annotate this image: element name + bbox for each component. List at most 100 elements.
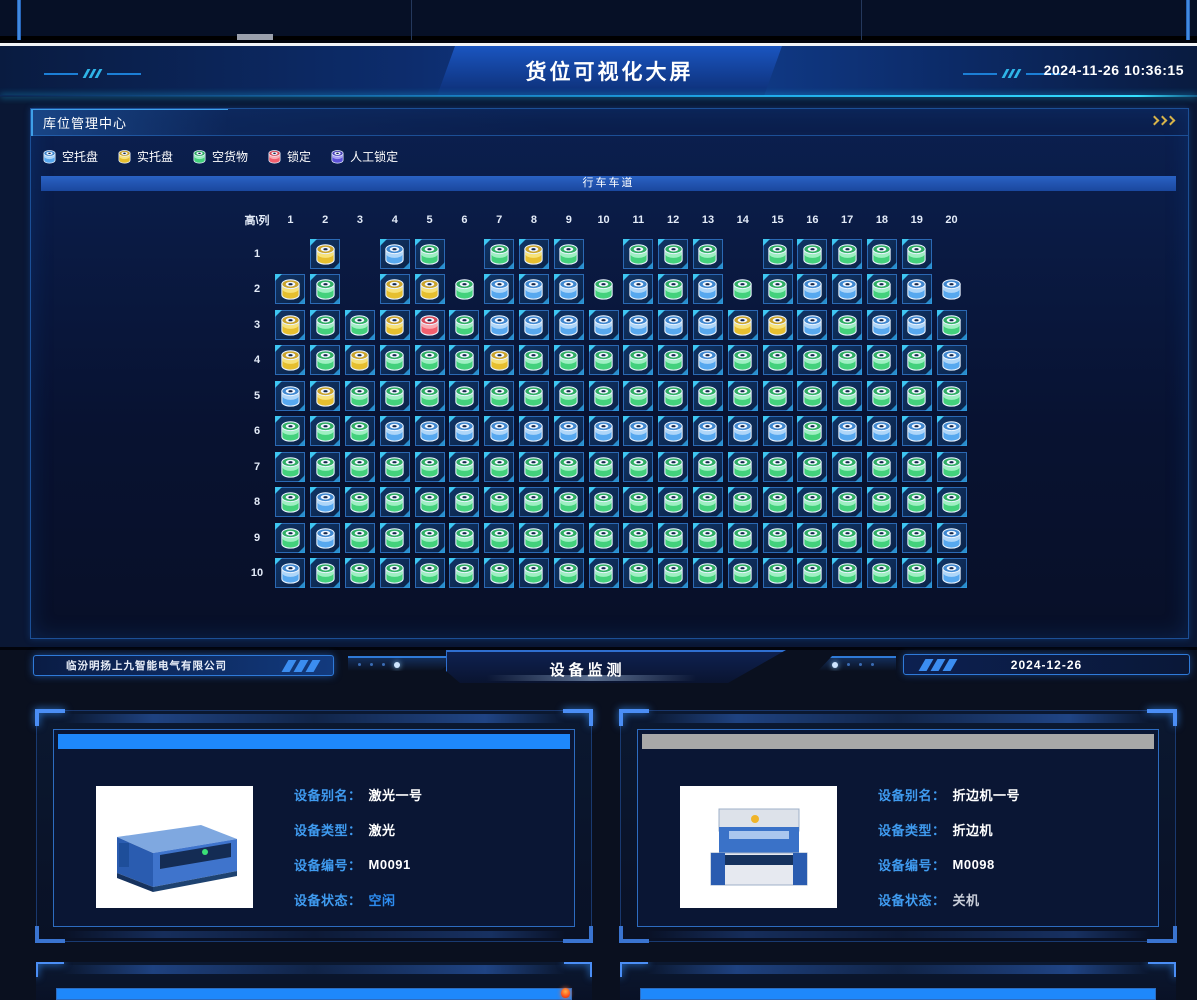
grid-cell[interactable] [586, 343, 621, 379]
grid-cell[interactable] [551, 272, 586, 308]
grid-cell[interactable] [934, 307, 969, 343]
scrollbar-thumb[interactable] [237, 34, 273, 40]
grid-cell[interactable] [551, 378, 586, 414]
grid-cell[interactable] [691, 449, 726, 485]
grid-cell[interactable] [412, 236, 447, 272]
grid-cell[interactable] [830, 236, 865, 272]
grid-cell[interactable] [691, 236, 726, 272]
grid-cell[interactable] [447, 556, 482, 592]
grid-cell[interactable] [586, 520, 621, 556]
grid-cell[interactable] [308, 520, 343, 556]
grid-cell[interactable] [656, 236, 691, 272]
grid-cell-empty[interactable] [343, 236, 378, 272]
grid-cell[interactable] [899, 236, 934, 272]
grid-cell[interactable] [691, 272, 726, 308]
grid-cell-empty[interactable] [586, 236, 621, 272]
grid-cell[interactable] [795, 414, 830, 450]
grid-cell[interactable] [447, 343, 482, 379]
grid-cell[interactable] [517, 520, 552, 556]
grid-cell[interactable] [656, 556, 691, 592]
grid-cell[interactable] [795, 307, 830, 343]
grid-cell[interactable] [899, 307, 934, 343]
grid-cell[interactable] [691, 378, 726, 414]
grid-cell[interactable] [865, 414, 900, 450]
grid-cell[interactable] [621, 520, 656, 556]
grid-cell[interactable] [656, 343, 691, 379]
grid-cell[interactable] [551, 414, 586, 450]
grid-cell[interactable] [760, 520, 795, 556]
grid-cell[interactable] [482, 520, 517, 556]
grid-cell[interactable] [343, 556, 378, 592]
grid-cell[interactable] [343, 485, 378, 521]
grid-cell[interactable] [551, 307, 586, 343]
grid-cell[interactable] [482, 272, 517, 308]
grid-cell[interactable] [899, 520, 934, 556]
grid-cell[interactable] [656, 520, 691, 556]
grid-cell[interactable] [273, 272, 308, 308]
grid-cell[interactable] [725, 343, 760, 379]
grid-cell[interactable] [656, 272, 691, 308]
grid-cell[interactable] [830, 343, 865, 379]
grid-cell[interactable] [934, 449, 969, 485]
grid-cell[interactable] [273, 378, 308, 414]
grid-cell[interactable] [412, 414, 447, 450]
grid-cell[interactable] [899, 414, 934, 450]
grid-cell[interactable] [551, 485, 586, 521]
grid-cell[interactable] [517, 343, 552, 379]
grid-cell[interactable] [760, 556, 795, 592]
grid-cell[interactable] [308, 343, 343, 379]
grid-cell[interactable] [273, 343, 308, 379]
grid-cell[interactable] [412, 449, 447, 485]
grid-cell[interactable] [899, 485, 934, 521]
grid-cell[interactable] [621, 343, 656, 379]
grid-cell[interactable] [725, 520, 760, 556]
grid-cell[interactable] [551, 449, 586, 485]
grid-cell-empty[interactable] [934, 236, 969, 272]
grid-cell[interactable] [308, 414, 343, 450]
grid-cell[interactable] [934, 343, 969, 379]
grid-cell[interactable] [865, 485, 900, 521]
grid-cell[interactable] [691, 556, 726, 592]
grid-cell[interactable] [760, 378, 795, 414]
grid-cell[interactable] [377, 307, 412, 343]
grid-cell[interactable] [412, 485, 447, 521]
grid-cell[interactable] [865, 378, 900, 414]
grid-cell[interactable] [412, 272, 447, 308]
grid-cell[interactable] [656, 485, 691, 521]
grid-cell[interactable] [586, 449, 621, 485]
grid-cell[interactable] [830, 485, 865, 521]
grid-cell[interactable] [586, 378, 621, 414]
grid-cell[interactable] [725, 556, 760, 592]
grid-cell[interactable] [586, 556, 621, 592]
grid-cell-empty[interactable] [343, 272, 378, 308]
grid-cell[interactable] [760, 307, 795, 343]
grid-cell[interactable] [621, 272, 656, 308]
grid-cell[interactable] [656, 307, 691, 343]
grid-cell[interactable] [447, 378, 482, 414]
grid-cell[interactable] [343, 414, 378, 450]
grid-cell[interactable] [377, 520, 412, 556]
grid-cell[interactable] [551, 556, 586, 592]
grid-cell[interactable] [517, 307, 552, 343]
grid-cell[interactable] [308, 556, 343, 592]
grid-cell[interactable] [691, 520, 726, 556]
grid-cell[interactable] [273, 520, 308, 556]
grid-cell[interactable] [621, 556, 656, 592]
grid-cell[interactable] [551, 520, 586, 556]
grid-cell[interactable] [447, 414, 482, 450]
grid-cell[interactable] [377, 236, 412, 272]
grid-cell[interactable] [656, 414, 691, 450]
grid-cell[interactable] [830, 520, 865, 556]
grid-cell[interactable] [691, 485, 726, 521]
grid-cell[interactable] [482, 236, 517, 272]
grid-cell[interactable] [273, 449, 308, 485]
grid-cell[interactable] [517, 378, 552, 414]
grid-cell[interactable] [725, 414, 760, 450]
grid-cell[interactable] [830, 307, 865, 343]
grid-cell[interactable] [760, 485, 795, 521]
grid-cell[interactable] [377, 272, 412, 308]
grid-cell[interactable] [899, 343, 934, 379]
grid-cell[interactable] [447, 520, 482, 556]
grid-cell[interactable] [482, 378, 517, 414]
grid-cell[interactable] [517, 414, 552, 450]
